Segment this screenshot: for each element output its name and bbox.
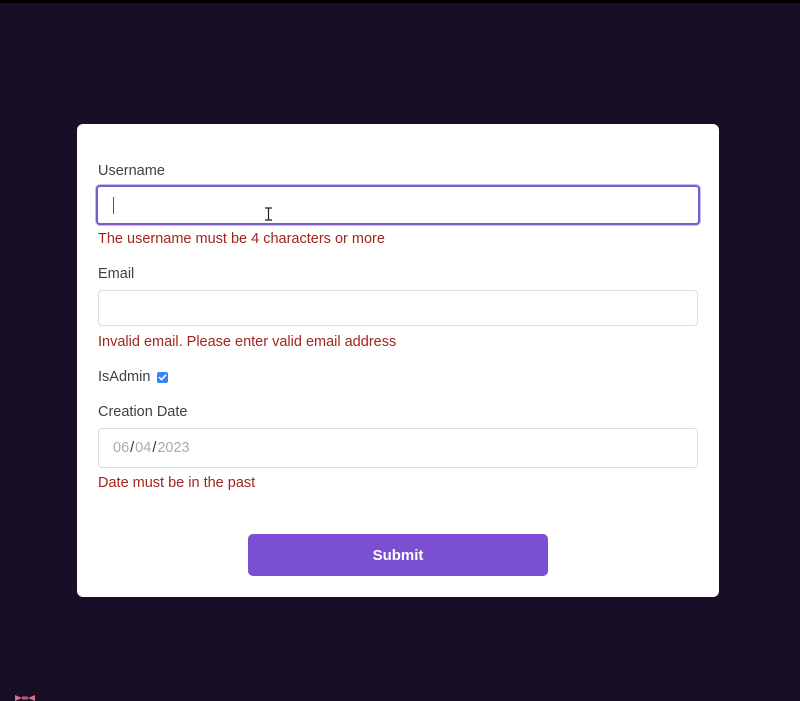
- ribbon-icon: [15, 695, 35, 701]
- creation-date-label: Creation Date: [98, 404, 188, 420]
- email-input[interactable]: [98, 290, 698, 326]
- username-error: The username must be 4 characters or mor…: [98, 231, 385, 247]
- date-day[interactable]: 04: [135, 440, 151, 456]
- text-cursor-icon: [265, 207, 272, 221]
- user-form: Username The username must be 4 characte…: [77, 124, 719, 597]
- username-label: Username: [98, 163, 165, 179]
- checkmark-icon: [159, 373, 167, 380]
- username-input[interactable]: [96, 185, 700, 225]
- creation-date-error: Date must be in the past: [98, 475, 256, 491]
- is-admin-checkbox[interactable]: [157, 371, 169, 383]
- window-top-edge: [0, 0, 800, 3]
- is-admin-label: IsAdmin: [98, 369, 151, 385]
- date-month[interactable]: 06: [113, 440, 129, 456]
- submit-button[interactable]: Submit: [248, 534, 548, 576]
- text-caret: [113, 197, 114, 214]
- email-label: Email: [98, 266, 135, 282]
- email-error: Invalid email. Please enter valid email …: [98, 334, 397, 350]
- creation-date-input[interactable]: 06/04/2023: [98, 428, 698, 468]
- is-admin-row: IsAdmin: [98, 368, 169, 386]
- date-year[interactable]: 2023: [157, 440, 189, 456]
